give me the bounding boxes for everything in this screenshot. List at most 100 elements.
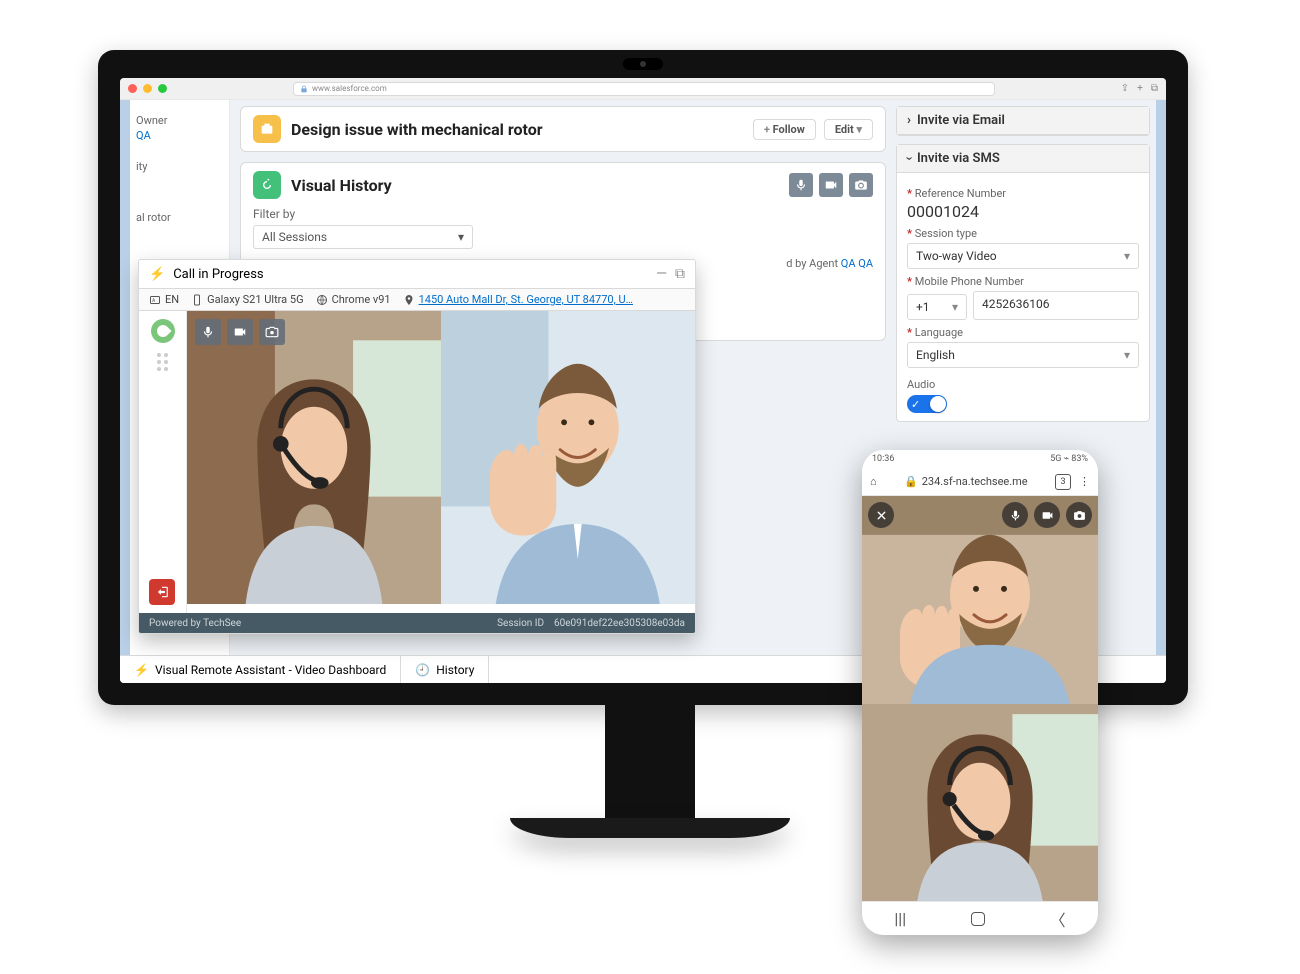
phone-icon <box>191 294 203 306</box>
phone-url-bar[interactable]: ⌂ 🔒 234.sf-na.techsee.me 3 ⋮ <box>862 468 1098 496</box>
session-type-select[interactable]: Two-way Video ▾ <box>907 243 1139 269</box>
monitor-stand-neck <box>605 702 695 822</box>
phone-signal: 5G ⌁ 83% <box>1050 454 1088 464</box>
traffic-max[interactable] <box>158 84 167 93</box>
country-code-select[interactable]: +1 ▾ <box>907 294 967 320</box>
phone-tabs-count[interactable]: 3 <box>1055 474 1071 490</box>
phone-recent-icon[interactable]: ||| <box>894 909 906 928</box>
invite-email-header[interactable]: › Invite via Email <box>897 107 1149 135</box>
case-icon <box>253 115 281 143</box>
lang-chip[interactable]: A EN <box>149 293 179 306</box>
invite-sms-title: Invite via SMS <box>917 151 1000 166</box>
edit-button[interactable]: Edit <box>824 119 873 140</box>
video-grid <box>187 311 695 633</box>
phone-mockup: 10:36 5G ⌁ 83% ⌂ 🔒 234.sf-na.techsee.me … <box>862 450 1098 935</box>
browser-chrome: www.salesforce.com ⇪ + ⧉ <box>120 78 1166 100</box>
follow-button[interactable]: Follow <box>753 119 816 140</box>
chevron-down-icon: ▾ <box>1124 348 1130 362</box>
audio-label: Audio <box>907 378 1139 391</box>
browser-right-icons: ⇪ + ⧉ <box>1121 83 1158 94</box>
video-panel-header: ⚡ Call in Progress — ⧉ <box>139 260 695 289</box>
phone-video-controls <box>868 502 1092 528</box>
session-type-label: Session type <box>907 227 1139 240</box>
camera-icon[interactable] <box>1066 502 1092 528</box>
traffic-min[interactable] <box>143 84 152 93</box>
rotor-label-fragment: al rotor <box>136 211 223 224</box>
filter-by-label: Filter by <box>253 207 873 221</box>
agent-video <box>187 311 441 633</box>
video-icon[interactable] <box>1034 502 1060 528</box>
tab-history-label: History <box>436 663 474 677</box>
invite-sms-body: Reference Number 00001024 Session type T… <box>897 173 1149 421</box>
device-value: Galaxy S21 Ultra 5G <box>207 293 303 306</box>
invite-email-card: › Invite via Email <box>896 106 1150 136</box>
case-title: Design issue with mechanical rotor <box>291 120 543 139</box>
visual-history-title: Visual History <box>291 176 392 195</box>
language-select[interactable]: English ▾ <box>907 342 1139 368</box>
customer-illustration <box>441 311 695 604</box>
chevron-right-icon: › <box>907 113 911 128</box>
powered-by: Powered by TechSee <box>149 618 241 629</box>
vh-camera-icon[interactable] <box>849 173 873 197</box>
vh-mic-icon[interactable] <box>789 173 813 197</box>
mic-icon[interactable] <box>195 319 221 345</box>
filter-by-value: All Sessions <box>262 230 327 244</box>
app-grid-icon[interactable] <box>157 353 168 371</box>
mobile-phone-label: Mobile Phone Number <box>907 275 1139 288</box>
priority-label-fragment: ity <box>136 160 223 173</box>
address-link[interactable]: 1450 Auto Mall Dr, St. George, UT 84770,… <box>419 293 633 306</box>
chevron-down-icon: ▾ <box>1124 249 1130 263</box>
phone-number-input[interactable]: 4252636106 <box>973 291 1139 320</box>
chevron-down-icon: › <box>901 157 916 161</box>
end-call-button[interactable] <box>149 579 175 605</box>
add-icon[interactable]: + <box>1137 83 1143 94</box>
browser-url-text: www.salesforce.com <box>312 84 387 93</box>
video-footer: Powered by TechSee Session ID 60e091def2… <box>139 613 695 633</box>
invite-sms-header[interactable]: › Invite via SMS <box>897 145 1149 173</box>
tab-video-dashboard[interactable]: ⚡ Visual Remote Assistant - Video Dashbo… <box>120 656 401 683</box>
close-icon[interactable] <box>868 502 894 528</box>
video-icon[interactable] <box>227 319 253 345</box>
clock-icon: 🕘 <box>415 663 430 677</box>
device-chip: Galaxy S21 Ultra 5G <box>191 293 303 306</box>
camera-icon[interactable] <box>259 319 285 345</box>
video-panel-meta: A EN Galaxy S21 Ultra 5G Chrome v91 1450… <box>139 289 695 311</box>
popout-icon[interactable]: ⧉ <box>675 266 685 282</box>
mic-icon[interactable] <box>1002 502 1028 528</box>
vh-video-icon[interactable] <box>819 173 843 197</box>
browser-url-bar[interactable]: www.salesforce.com <box>293 82 995 96</box>
invite-sms-card: › Invite via SMS Reference Number 000010… <box>896 144 1150 422</box>
owner-value[interactable]: QA <box>136 129 223 142</box>
chevron-down-icon: ▾ <box>952 300 958 314</box>
phone-back-icon[interactable]: 〈 <box>1050 907 1066 931</box>
share-icon[interactable]: ⇪ <box>1121 83 1129 94</box>
invite-email-title: Invite via Email <box>917 113 1005 128</box>
leaf-icon[interactable] <box>151 319 175 343</box>
filter-by-select[interactable]: All Sessions ▾ <box>253 225 473 249</box>
phone-time: 10:36 <box>872 454 894 464</box>
phone-home-icon[interactable] <box>971 912 985 926</box>
session-id-value: 60e091def22ee305308e03da <box>554 618 685 629</box>
video-call-panel: ⚡ Call in Progress — ⧉ A EN Galaxy S21 U… <box>138 259 696 634</box>
location-chip[interactable]: 1450 Auto Mall Dr, St. George, UT 84770,… <box>403 293 633 306</box>
agent-link[interactable]: QA QA <box>841 257 873 270</box>
traffic-close[interactable] <box>128 84 137 93</box>
browser-chip: Chrome v91 <box>316 293 391 306</box>
toggle-knob <box>930 396 946 412</box>
more-icon[interactable]: ⋮ <box>1079 475 1090 488</box>
home-icon[interactable]: ⌂ <box>870 475 877 488</box>
call-in-progress-title: Call in Progress <box>173 267 263 282</box>
owner-label: Owner <box>136 114 223 127</box>
right-gutter <box>1156 100 1166 683</box>
visual-history-icon <box>253 171 281 199</box>
audio-toggle[interactable]: ✓ <box>907 395 947 413</box>
phone-nav-bar: ||| 〈 <box>862 901 1098 935</box>
reference-number-value: 00001024 <box>907 202 1139 221</box>
browser-value: Chrome v91 <box>332 293 391 306</box>
agent-illustration <box>187 311 441 604</box>
session-id-label: Session ID <box>497 618 544 629</box>
phone-url-text: 234.sf-na.techsee.me <box>922 475 1028 488</box>
tab-history[interactable]: 🕘 History <box>401 656 489 683</box>
minimize-icon[interactable]: — <box>656 266 667 282</box>
tabs-icon[interactable]: ⧉ <box>1151 83 1158 94</box>
